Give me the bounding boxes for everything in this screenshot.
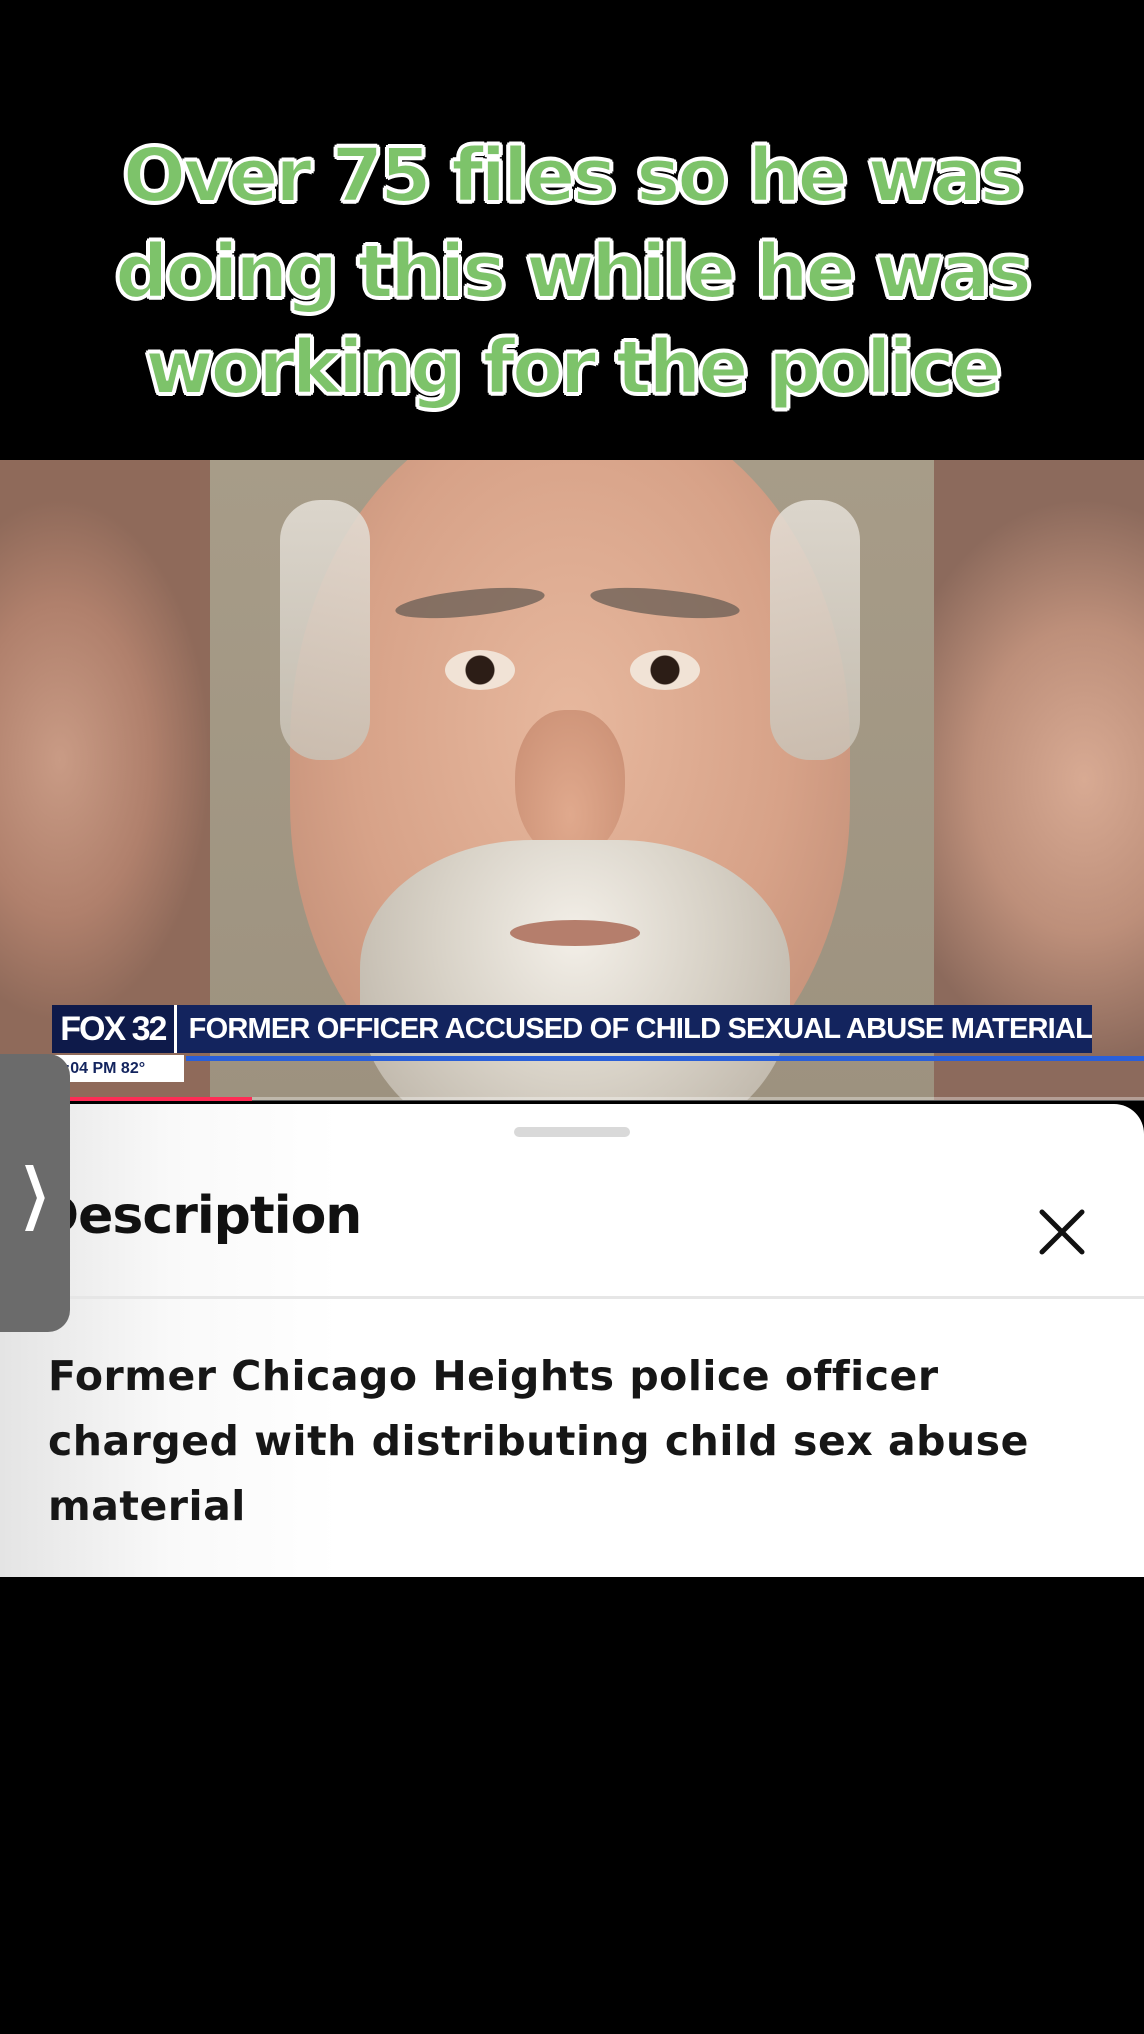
- lower-third-accent-bar: [186, 1056, 1144, 1061]
- side-panel-toggle[interactable]: ❯: [0, 1054, 70, 1332]
- video-blurred-background-right: [934, 460, 1144, 1100]
- news-headline: FORMER OFFICER ACCUSED OF CHILD SEXUAL A…: [176, 1005, 1093, 1053]
- sheet-title: Description: [36, 1186, 362, 1246]
- chevron-right-icon: ❯: [19, 1154, 51, 1231]
- sheet-drag-handle[interactable]: [514, 1127, 630, 1137]
- close-button[interactable]: [1030, 1200, 1094, 1264]
- video-progress-bar[interactable]: [0, 1097, 1144, 1101]
- sheet-divider: [0, 1296, 1144, 1299]
- channel-logo: FOX 32: [52, 1005, 177, 1053]
- caption-overlay: Over 75 files so he was doing this while…: [114, 132, 1033, 412]
- description-sheet: Description Former Chicago Heights polic…: [0, 1104, 1144, 1577]
- mugshot-image: [210, 460, 934, 1100]
- video-player[interactable]: [0, 460, 1144, 1100]
- news-lower-third: FOX 32 FORMER OFFICER ACCUSED OF CHILD S…: [52, 1005, 1093, 1053]
- description-text: Former Chicago Heights police officer ch…: [48, 1352, 1029, 1530]
- close-icon: [1039, 1209, 1085, 1255]
- beard: [360, 840, 790, 1100]
- time-temperature-readout: 5:04 PM 82°: [52, 1055, 184, 1082]
